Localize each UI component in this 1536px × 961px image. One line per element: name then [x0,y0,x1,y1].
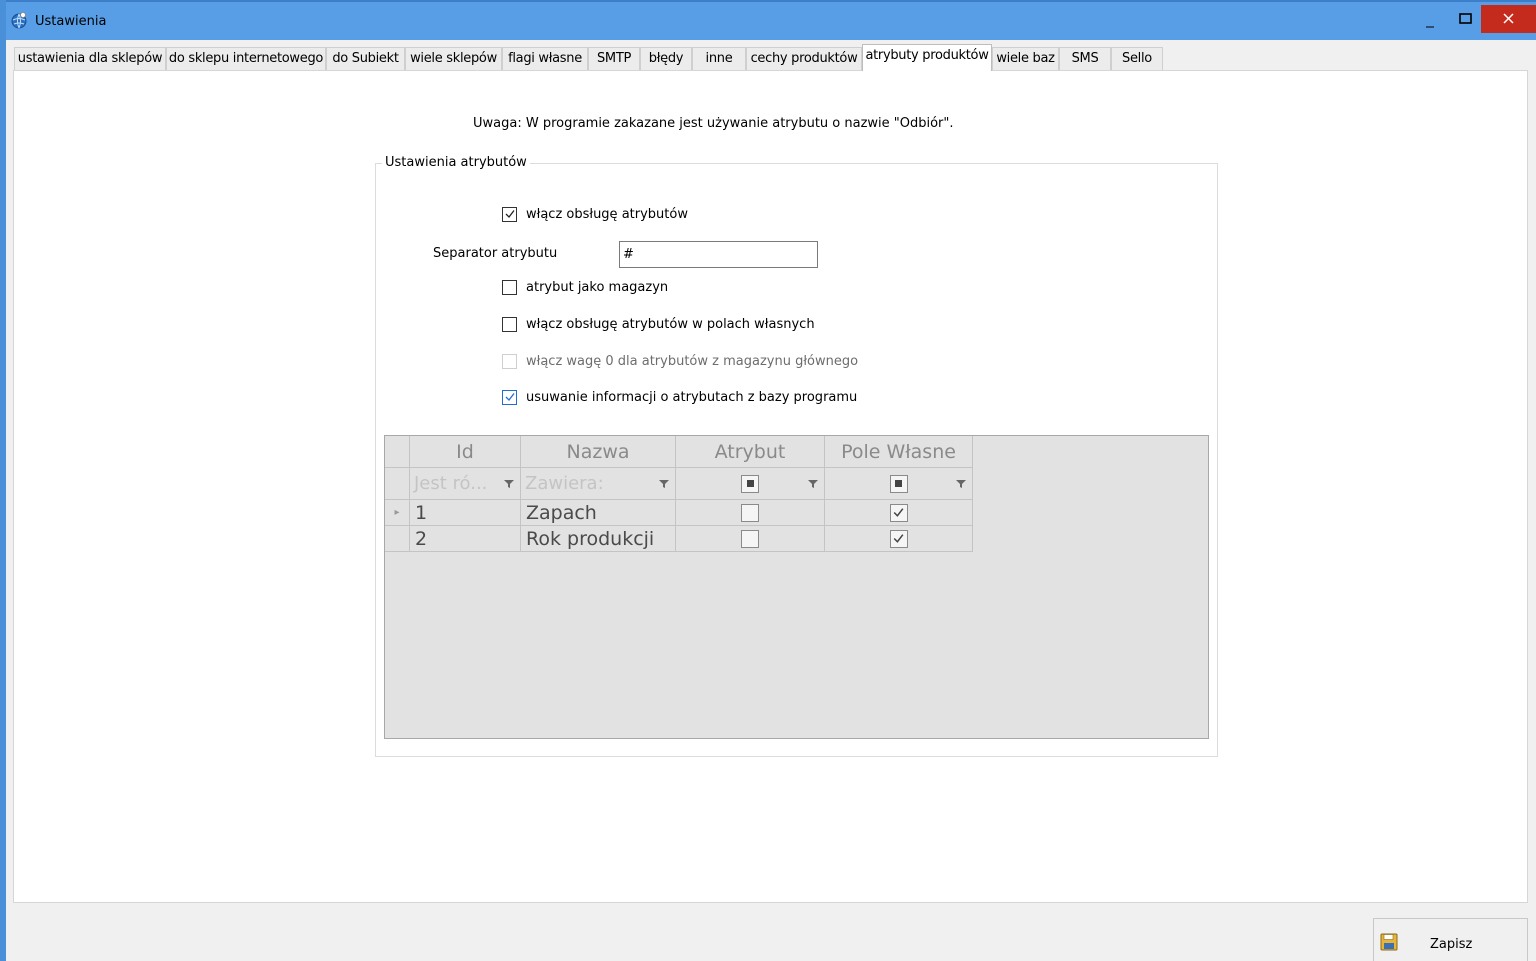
tab-multi-db[interactable]: wiele baz [992,47,1059,70]
filter-indeterminate-checkbox[interactable] [741,474,759,493]
filter-id-text: Jest ró... [414,473,488,494]
app-globe-icon [11,12,27,29]
window-frame-left [0,0,6,961]
row-indicator [385,526,410,552]
tab-custom-flags[interactable]: flagi własne [502,47,588,70]
table-cell-custom-field[interactable] [825,500,973,526]
filter-indeterminate-checkbox[interactable] [889,474,908,493]
filter-name-text: Zawiera: [525,473,604,494]
tab-product-features[interactable]: cechy produktów [746,47,862,70]
row-checkbox[interactable] [889,503,908,522]
tab-strip: ustawienia dla sklepów do sklepu interne… [14,44,1534,71]
table-cell-attribute[interactable] [676,500,825,526]
table-cell-name[interactable]: Zapach [521,500,676,526]
table-cell-id[interactable]: 1 [410,500,521,526]
column-header-custom-field[interactable]: Pole Własne [825,436,973,468]
separator-label: Separator atrybutu [433,246,558,261]
tab-shop-settings[interactable]: ustawienia dla sklepów [14,47,166,70]
close-icon [1503,13,1514,24]
checkbox-box [502,353,517,369]
row-checkbox[interactable] [741,503,759,522]
checkbox-label: włącz obsługę atrybutów [526,206,688,222]
checkbox-box[interactable] [502,279,517,295]
tab-other[interactable]: inne [692,47,746,70]
checkbox-box[interactable] [502,316,517,332]
checkbox-label: atrybut jako magazyn [526,279,669,295]
filter-funnel-icon[interactable] [808,479,818,489]
checkbox-box[interactable] [502,206,517,222]
filter-attribute-cell[interactable] [676,468,825,500]
tab-sello[interactable]: Sello [1111,47,1163,70]
checkmark-icon [893,534,904,543]
filter-id-cell[interactable]: Jest ró... [410,468,521,500]
checkmark-icon [505,393,515,401]
tab-subiekt[interactable]: do Subiekt [326,47,405,70]
floppy-disk-icon [1380,933,1398,951]
remove-info-checkbox[interactable]: usuwanie informacji o atrybutach z bazy … [502,387,857,407]
filter-name-cell[interactable]: Zawiera: [521,468,676,500]
tab-product-attributes[interactable]: atrybuty produktów [862,44,992,71]
table-cell-name[interactable]: Rok produkcji [521,526,676,552]
attributes-panel: Uwaga: W programie zakazane jest używani… [13,70,1528,903]
filter-custom-field-cell[interactable] [825,468,973,500]
checkmark-icon [505,210,515,218]
filter-funnel-icon[interactable] [956,479,966,489]
table-cell-attribute[interactable] [676,526,825,552]
checkbox-box[interactable] [502,389,517,405]
column-header-attribute[interactable]: Atrybut [676,436,825,468]
column-header-id[interactable]: Id [410,436,521,468]
attributes-settings-group: Ustawienia atrybutów włącz obsługę atryb… [375,155,1218,757]
save-button-label: Zapisz [1430,937,1473,952]
row-checkbox[interactable] [741,529,759,548]
attributes-grid: Id Nazwa Atrybut Pole Własne Jest ró... … [384,435,1209,739]
checkmark-icon [893,508,904,517]
checkbox-label: włącz wagę 0 dla atrybutów z magazynu gł… [526,353,859,369]
column-header-name[interactable]: Nazwa [521,436,676,468]
tab-sms[interactable]: SMS [1059,47,1111,70]
tab-smtp[interactable]: SMTP [588,47,640,70]
tab-multi-shop[interactable]: wiele sklepów [405,47,502,70]
filter-funnel-icon[interactable] [659,479,669,489]
tab-errors[interactable]: błędy [640,47,692,70]
group-legend: Ustawienia atrybutów [382,155,530,170]
bottom-bar [6,904,1536,961]
close-button[interactable] [1481,5,1536,33]
filter-row-indicator [385,468,410,500]
filter-funnel-icon[interactable] [504,479,514,489]
separator-input[interactable] [619,241,818,268]
checkbox-label: usuwanie informacji o atrybutach z bazy … [526,389,858,405]
checkbox-label: włącz obsługę atrybutów w polach własnyc… [526,316,815,332]
row-checkbox[interactable] [889,529,908,548]
save-button[interactable]: Zapisz [1373,918,1528,961]
notice-text: Uwaga: W programie zakazane jest używani… [473,116,954,131]
enable-custom-fields-checkbox[interactable]: włącz obsługę atrybutów w polach własnyc… [502,314,815,334]
tab-online-shop[interactable]: do sklepu internetowego [166,47,326,70]
table-cell-id[interactable]: 2 [410,526,521,552]
table-cell-custom-field[interactable] [825,526,973,552]
grid-corner [385,436,410,468]
attribute-as-warehouse-checkbox[interactable]: atrybut jako magazyn [502,277,668,297]
window-title: Ustawienia [35,14,107,29]
enable-attributes-checkbox[interactable]: włącz obsługę atrybutów [502,204,688,224]
title-bar: Ustawienia [0,0,1536,40]
zero-weight-checkbox: włącz wagę 0 dla atrybutów z magazynu gł… [502,351,858,371]
row-indicator-icon: ▸ [385,500,410,526]
